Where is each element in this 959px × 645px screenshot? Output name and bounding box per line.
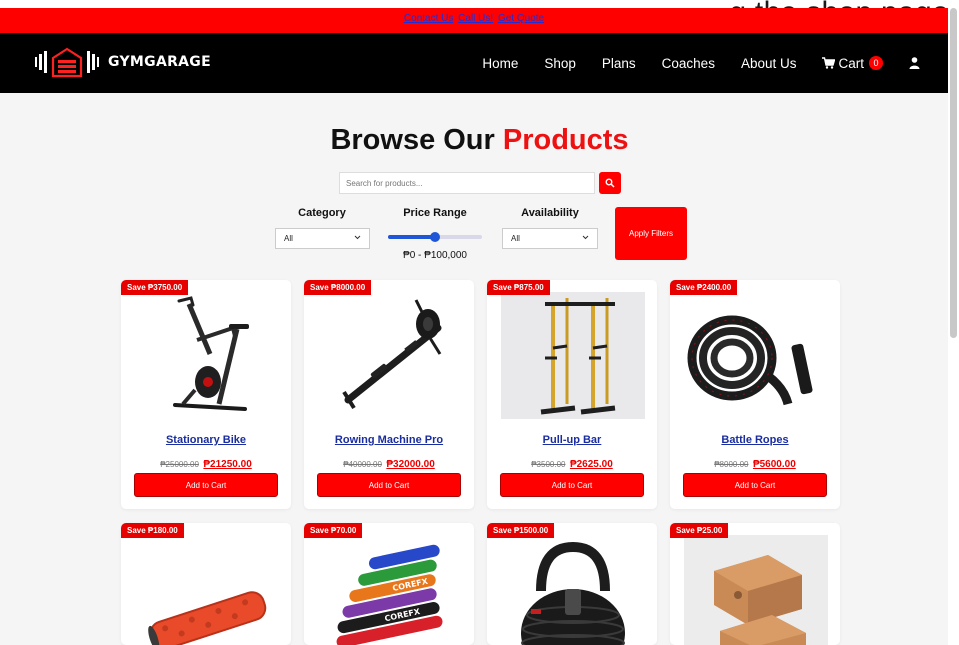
scrollbar-thumb[interactable] [950,8,957,338]
search-icon [605,178,615,188]
product-card: Save ₱8000.00 Rowing Machine Pro ₱40000.… [304,280,474,509]
category-select-value: All [284,234,293,243]
brand-logo[interactable]: GYMGARAGE [33,44,211,80]
price-slider-fill [388,235,435,239]
apply-filters-button[interactable]: Apply Filters [615,207,687,260]
save-badge: Save ₱70.00 [304,523,363,538]
battle-ropes-image[interactable] [684,292,828,419]
add-to-cart-button[interactable]: Add to Cart [683,473,827,497]
gym-garage-logo-icon [35,47,99,78]
resistance-bands-image[interactable]: COREFX COREFX [318,535,462,645]
add-to-cart-button[interactable]: Add to Cart [134,473,278,497]
save-badge: Save ₱875.00 [487,280,550,295]
save-badge: Save ₱180.00 [121,523,184,538]
product-card: Save ₱1500.00 [487,523,657,645]
price-range-slider[interactable] [388,232,482,242]
price-slider-handle[interactable] [430,232,440,242]
nav-menu: Home Shop Plans Coaches About Us Cart 0 [456,33,920,93]
price-line: ₱3500.00 ₱2625.00 [487,454,657,472]
page-title-accent: Products [502,124,629,156]
product-name-link[interactable]: Pull-up Bar [487,434,657,446]
nav-account[interactable] [909,57,920,69]
search-button[interactable] [599,172,621,194]
nav-plans[interactable]: Plans [602,56,636,71]
page-scrollbar[interactable] [948,0,959,645]
product-card: Save ₱180.00 [121,523,291,645]
product-card: Save ₱875.00 Pull-up Bar ₱3500.00 ₱2625.… [487,280,657,509]
nav-home[interactable]: Home [482,56,518,71]
adjustable-kettlebell-image[interactable] [501,535,645,645]
price-line: ₱25000.00 ₱21250.00 [121,454,291,472]
top-contact-bar: Contact Us Call Us! Get Quote [0,8,948,33]
sale-price: ₱32000.00 [386,459,435,470]
cart-count-badge: 0 [869,56,883,70]
contact-us-link[interactable]: Contact Us [404,13,453,24]
page-title: Browse Our Products [0,124,959,157]
rowing-machine-image[interactable] [318,292,462,419]
price-line: ₱40000.00 ₱32000.00 [304,454,474,472]
save-badge: Save ₱25.00 [670,523,729,538]
sale-price: ₱2625.00 [569,459,613,470]
user-icon [909,57,920,69]
availability-select-value: All [511,234,520,243]
sale-price: ₱5600.00 [752,459,796,470]
save-badge: Save ₱8000.00 [304,280,372,295]
pull-up-bar-image[interactable] [501,292,645,419]
add-to-cart-button[interactable]: Add to Cart [317,473,461,497]
nav-about-us[interactable]: About Us [741,56,797,71]
price-range-value: ₱0 - ₱100,000 [403,250,467,261]
call-us-link[interactable]: Call Us! [458,13,493,24]
chevron-down-icon [354,235,361,240]
chevron-down-icon [582,235,589,240]
nav-coaches[interactable]: Coaches [662,56,715,71]
add-to-cart-button[interactable]: Add to Cart [500,473,644,497]
sale-price: ₱21250.00 [203,459,252,470]
foam-roller-image[interactable] [135,535,279,645]
search-input[interactable] [339,172,595,194]
availability-label: Availability [521,207,579,219]
cork-yoga-blocks-image[interactable] [684,535,828,645]
cart-label: Cart [838,55,864,71]
product-card: Save ₱3750.00 Stationary Bike ₱25000.00 … [121,280,291,509]
nav-cart[interactable]: Cart 0 [822,56,883,71]
original-price: ₱3500.00 [531,460,566,469]
save-badge: Save ₱1500.00 [487,523,555,538]
category-select[interactable]: All [275,228,370,249]
original-price: ₱25000.00 [160,460,199,469]
page-title-main: Browse Our [330,124,495,156]
get-quote-link[interactable]: Get Quote [498,13,544,24]
price-line: ₱8000.00 ₱5600.00 [670,454,840,472]
product-name-link[interactable]: Stationary Bike [121,434,291,446]
price-range-label: Price Range [403,207,467,219]
stationary-bike-image[interactable] [135,292,279,419]
main-navbar: GYMGARAGE Home Shop Plans Coaches About … [0,33,948,93]
category-label: Category [298,207,346,219]
original-price: ₱40000.00 [343,460,382,469]
save-badge: Save ₱3750.00 [121,280,189,295]
contact-links: Contact Us Call Us! Get Quote [403,13,545,24]
product-card: Save ₱25.00 [670,523,840,645]
nav-shop[interactable]: Shop [544,56,576,71]
product-card: Save ₱2400.00 Battle Ropes ₱8000.00 ₱560… [670,280,840,509]
product-card: COREFX COREFX Save ₱70.00 [304,523,474,645]
product-name-link[interactable]: Battle Ropes [670,434,840,446]
product-name-link[interactable]: Rowing Machine Pro [304,434,474,446]
cart-icon [822,57,836,69]
brand-name: GYMGARAGE [108,54,211,70]
save-badge: Save ₱2400.00 [670,280,738,295]
original-price: ₱8000.00 [714,460,749,469]
availability-select[interactable]: All [502,228,598,249]
